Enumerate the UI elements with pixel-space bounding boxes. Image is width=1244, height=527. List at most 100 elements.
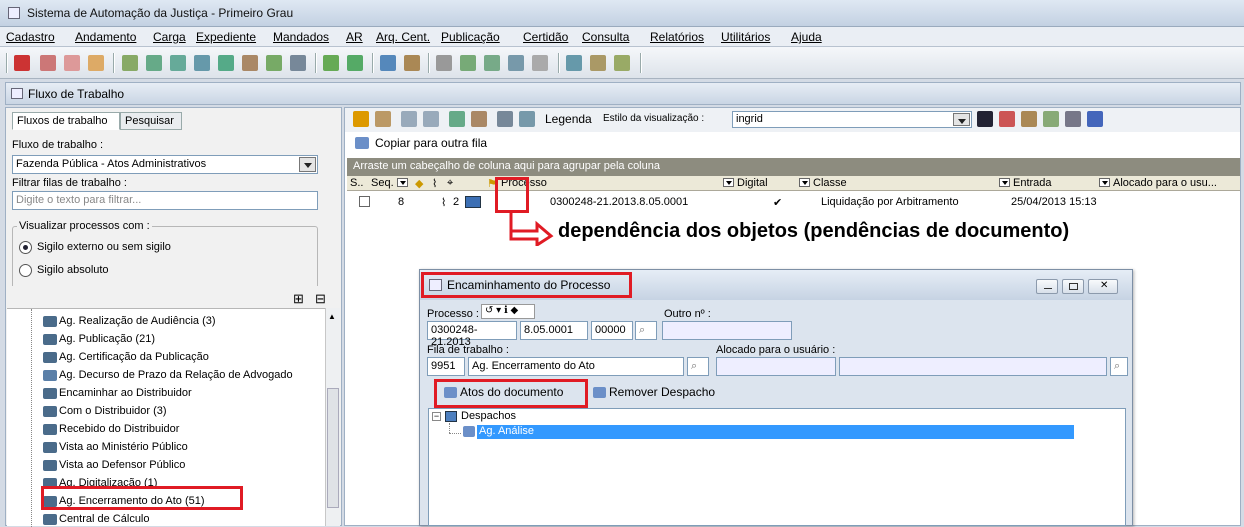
documents-icon[interactable] [465,196,481,208]
tree-root-label[interactable]: Despachos [461,410,516,422]
book-edit-icon[interactable] [218,55,234,71]
document-stack-icon[interactable] [460,55,476,71]
tag-add-icon[interactable] [64,55,80,71]
close-button[interactable]: ✕ [1088,279,1118,294]
book-arrow-icon[interactable] [323,55,339,71]
tree-item[interactable]: Vista ao Defensor Público [59,459,185,471]
tree-item[interactable]: Vista ao Ministério Público [59,441,188,453]
menu-cadastro[interactable]: Cadastro [6,30,55,44]
book-forward-icon[interactable] [347,55,363,71]
toolbar-separator [428,53,430,73]
despachos-tree: − Despachos Ag. Análise [428,408,1126,526]
expand-tree-icon[interactable]: ⊞ [293,291,304,307]
fila-name-field[interactable]: Ag. Encerramento do Ato [468,357,684,376]
window-icon [11,88,23,99]
tree-item[interactable]: Ag. Certificação da Publicação [59,351,209,363]
document-tag-icon[interactable] [532,55,548,71]
tag-icon[interactable] [40,55,56,71]
menu-ajuda[interactable]: Ajuda [791,30,822,44]
main-toolbar [0,47,1244,79]
processo-orgao-field[interactable]: 8.05.0001 [520,321,588,340]
search-folder-icon[interactable] [614,55,630,71]
chevron-down-icon[interactable] [299,157,316,172]
row-seq: 8 [398,196,405,208]
tab-fluxos[interactable]: Fluxos de trabalho [12,112,120,130]
menu-arq-cent[interactable]: Arq. Cent. [376,30,430,44]
remover-despacho-button[interactable]: Remover Despacho [609,385,715,399]
tab-pesquisar[interactable]: Pesquisar [120,112,182,130]
tree-item[interactable]: Ag. Realização de Audiência (3) [59,315,216,327]
book-search-icon[interactable] [146,55,162,71]
tree-item[interactable]: Ag. Publicação (21) [59,333,155,345]
book-open-icon[interactable] [170,55,186,71]
menu-ar[interactable]: AR [346,30,363,44]
tree-item[interactable]: Com o Distribuidor (3) [59,405,167,417]
radio-sigilo-absoluto[interactable] [19,264,32,277]
folder-icon [43,316,57,327]
row-checkbox[interactable] [359,196,370,207]
book-check-icon[interactable] [266,55,282,71]
filtrar-input[interactable]: Digite o texto para filtrar... [12,191,318,210]
scroll-up-icon[interactable]: ▲ [328,312,336,321]
menu-carga[interactable]: Carga [153,30,186,44]
highlight-box [495,177,529,213]
processo-tool-icons[interactable]: ↺ ▾ ℹ ◆ [481,304,535,319]
fila-search-button[interactable]: ⌕ [687,357,709,376]
highlight-box [41,486,243,510]
document-icon[interactable] [436,55,452,71]
pin-icon[interactable] [14,55,30,71]
document-search-icon[interactable] [508,55,524,71]
maximize-button[interactable] [1062,279,1084,294]
tree-item[interactable]: Central de Cálculo [59,513,150,525]
search-user-icon[interactable] [590,55,606,71]
radio-sigilo-externo-label: Sigilo externo ou sem sigilo [37,241,171,253]
alocado-search-button[interactable]: ⌕ [1110,357,1128,376]
menu-andamento[interactable]: Andamento [75,30,136,44]
tree-item[interactable]: Ag. Decurso de Prazo da Relação de Advog… [59,369,293,381]
alocado-name-field[interactable] [839,357,1107,376]
tree-scrollbar[interactable]: ▲ [325,308,340,526]
tree-item[interactable]: Encaminhar ao Distribuidor [59,387,192,399]
fluxo-select-value: Fazenda Pública - Atos Administrativos [16,158,207,170]
menu-consulta[interactable]: Consulta [582,30,629,44]
highlight-box [421,272,632,298]
processo-suffix-field[interactable]: 00000 [591,321,633,340]
radio-sigilo-externo[interactable] [19,241,32,254]
menu-utilitarios[interactable]: Utilitários [721,30,770,44]
menu-relatorios[interactable]: Relatórios [650,30,704,44]
app-title: Sistema de Automação da Justiça - Primei… [27,6,294,20]
arrow-right-icon [509,212,554,246]
table-row[interactable]: 8 ⌇ 2 0300248-21.2013.8.05.0001 ✔ Liquid… [345,108,1240,209]
users-icon[interactable] [404,55,420,71]
menu-expediente[interactable]: Expediente [196,30,256,44]
document-copy-icon[interactable] [484,55,500,71]
menu-certidao[interactable]: Certidão [523,30,568,44]
book-find-icon[interactable] [194,55,210,71]
alocado-label: Alocado para o usuário : [716,344,836,356]
processo-num-field[interactable]: 0300248-21.2013 [427,321,517,348]
tree-toolbar: ⊞ ⊟ [7,286,340,308]
row-classe: Liquidação por Arbitramento [821,196,959,208]
binoculars-icon[interactable] [566,55,582,71]
minimize-button[interactable] [1036,279,1058,294]
book-user-icon[interactable] [242,55,258,71]
folder-icon [43,334,57,345]
outro-field[interactable] [662,321,792,340]
table-icon[interactable] [290,55,306,71]
book-icon[interactable] [122,55,138,71]
menu-mandados[interactable]: Mandados [273,30,329,44]
fluxo-select[interactable]: Fazenda Pública - Atos Administrativos [12,155,318,174]
fila-code-field[interactable]: 9951 [427,357,465,376]
network-icon[interactable] [88,55,104,71]
processo-search-button[interactable]: ⌕ [635,321,657,340]
arrow-right-icon[interactable] [380,55,396,71]
tree-child-selected[interactable]: Ag. Análise [477,425,1074,439]
collapse-node-icon[interactable]: − [432,412,441,421]
menu-publicacao[interactable]: Publicação [441,30,500,44]
alocado-code-field[interactable] [716,357,836,376]
toolbar-separator [640,53,642,73]
collapse-tree-icon[interactable]: ⊟ [315,291,326,307]
tree-item[interactable]: Recebido do Distribuidor [59,423,179,435]
scroll-thumb[interactable] [327,388,339,508]
menu-bar: Cadastro Andamento Carga Expediente Mand… [0,27,1244,47]
